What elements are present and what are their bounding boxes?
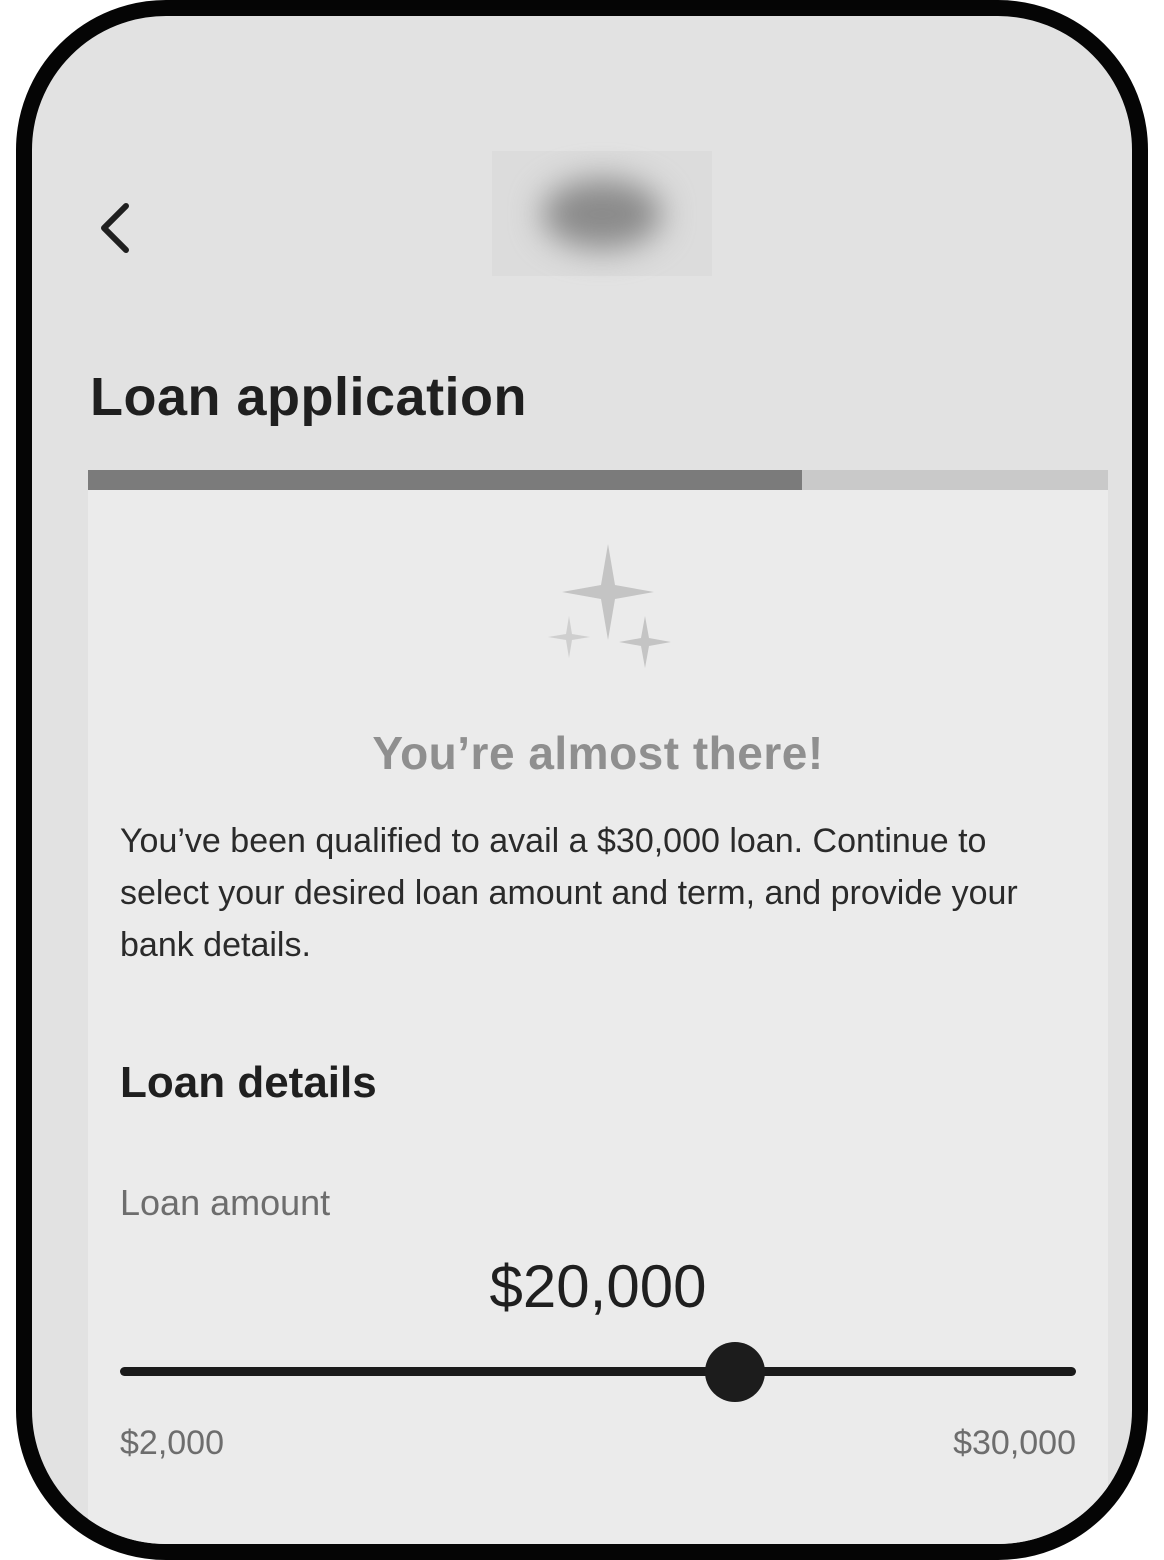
slider-max-label: $30,000	[953, 1424, 1076, 1462]
slider-thumb[interactable]	[704, 1342, 765, 1402]
progress-bar	[88, 470, 1108, 490]
brand-logo	[492, 151, 712, 276]
slider-min-label: $2,000	[120, 1424, 224, 1462]
progress-bar-fill	[88, 470, 802, 490]
slider-track[interactable]	[120, 1367, 1076, 1376]
qualification-heading: You’re almost there!	[372, 727, 824, 779]
loan-details-title: Loan details	[120, 1058, 377, 1107]
loan-amount-label: Loan amount	[120, 1182, 331, 1223]
loan-amount-value: $20,000	[489, 1253, 707, 1320]
sparkles-icon	[548, 544, 671, 668]
qualification-message: You’ve been qualified to avail a $30,000…	[120, 822, 1018, 964]
blurred-logo-mark	[542, 179, 662, 249]
loan-amount-slider[interactable]	[120, 1340, 1076, 1404]
chevron-left-icon	[101, 203, 129, 253]
phone-frame: Loan application You’re almost there! Yo…	[16, 0, 1148, 1560]
loan-card: You’re almost there! You’ve been qualifi…	[88, 490, 1108, 1544]
page-title: Loan application	[90, 367, 528, 427]
back-button[interactable]	[80, 186, 150, 266]
